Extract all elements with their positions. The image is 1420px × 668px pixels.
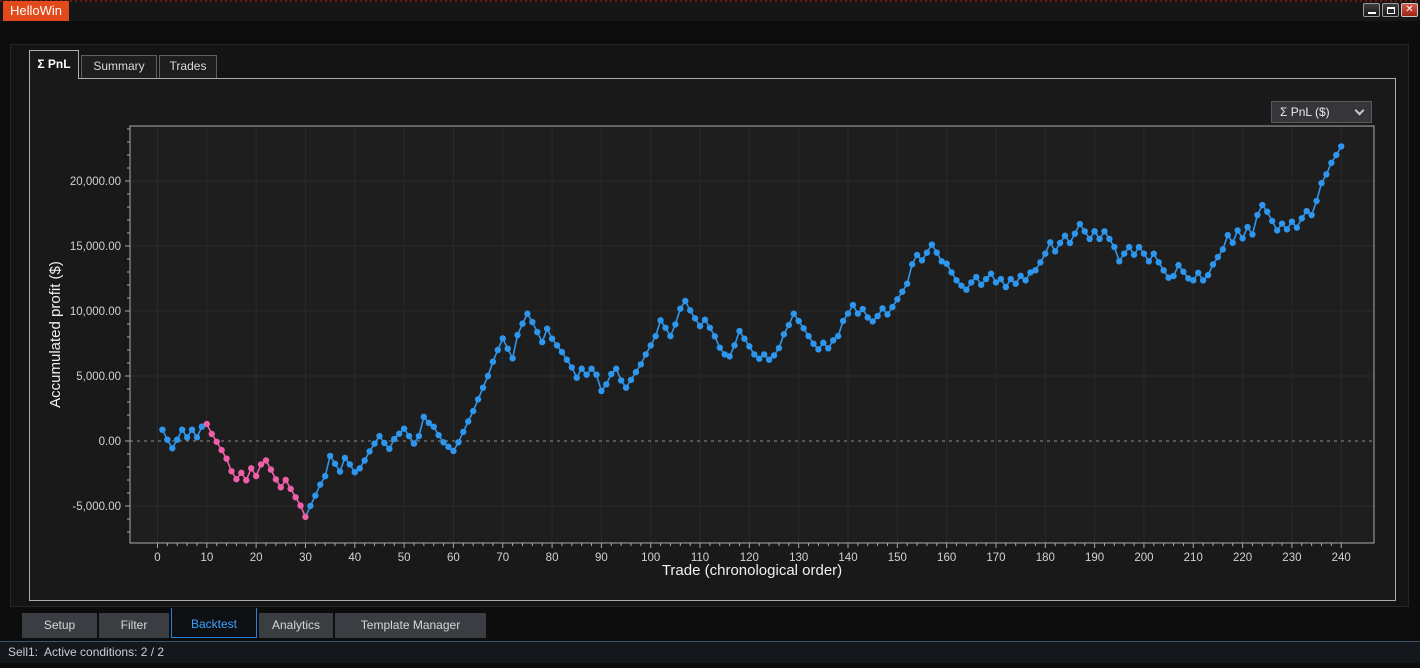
tab-analytics[interactable]: Analytics: [259, 613, 333, 638]
svg-text:180: 180: [1036, 552, 1055, 564]
close-button[interactable]: ✕: [1401, 3, 1418, 17]
status-text: Sell1: Active conditions: 2 / 2: [8, 642, 164, 663]
svg-text:0: 0: [154, 552, 160, 564]
tab-trades[interactable]: Trades: [159, 55, 217, 78]
tab-summary[interactable]: Summary: [81, 55, 157, 78]
svg-text:0.00: 0.00: [99, 436, 121, 448]
svg-text:Accumulated profit ($): Accumulated profit ($): [47, 261, 64, 408]
svg-text:15,000.00: 15,000.00: [70, 241, 121, 253]
window-controls: ✕: [1363, 3, 1418, 17]
series-select-value: Σ PnL ($): [1280, 105, 1330, 119]
svg-text:160: 160: [937, 552, 956, 564]
pnl-tab-page: Σ PnL ($) 010203040506070809010011012013…: [29, 78, 1396, 601]
svg-text:170: 170: [986, 552, 1005, 564]
close-icon: ✕: [1405, 5, 1413, 15]
svg-text:210: 210: [1184, 552, 1203, 564]
main-panel: Σ PnL Summary Trades Σ PnL ($) 010203040…: [10, 44, 1409, 607]
tab-setup[interactable]: Setup: [22, 613, 97, 638]
svg-text:150: 150: [888, 552, 907, 564]
svg-text:100: 100: [641, 552, 660, 564]
titlebar: HelloWin ✕: [0, 0, 1420, 21]
svg-text:60: 60: [447, 552, 460, 564]
svg-text:50: 50: [398, 552, 411, 564]
svg-text:10: 10: [200, 552, 213, 564]
svg-text:200: 200: [1134, 552, 1153, 564]
svg-text:230: 230: [1282, 552, 1301, 564]
svg-text:70: 70: [496, 552, 509, 564]
svg-text:10,000.00: 10,000.00: [70, 306, 121, 318]
tab-pnl[interactable]: Σ PnL: [29, 50, 79, 79]
svg-text:30: 30: [299, 552, 312, 564]
tab-template-manager[interactable]: Template Manager: [335, 613, 486, 638]
svg-text:20,000.00: 20,000.00: [70, 176, 121, 188]
svg-text:240: 240: [1332, 552, 1351, 564]
svg-text:90: 90: [595, 552, 608, 564]
svg-text:40: 40: [348, 552, 361, 564]
series-select-dropdown[interactable]: Σ PnL ($): [1271, 101, 1372, 123]
minimize-icon: [1368, 12, 1376, 14]
svg-text:Trade (chronological order): Trade (chronological order): [662, 562, 842, 579]
pnl-chart: 0102030405060708090100110120130140150160…: [30, 79, 1397, 602]
svg-text:220: 220: [1233, 552, 1252, 564]
maximize-button[interactable]: [1382, 3, 1399, 17]
tab-backtest[interactable]: Backtest: [171, 608, 257, 638]
minimize-button[interactable]: [1363, 3, 1380, 17]
tab-filter[interactable]: Filter: [99, 613, 169, 638]
maximize-icon: [1387, 7, 1395, 14]
svg-text:20: 20: [250, 552, 263, 564]
svg-text:80: 80: [546, 552, 559, 564]
svg-text:5,000.00: 5,000.00: [76, 371, 121, 383]
chevron-down-icon: [1355, 105, 1365, 115]
svg-text:190: 190: [1085, 552, 1104, 564]
svg-text:-5,000.00: -5,000.00: [72, 501, 121, 513]
window-title: HelloWin: [3, 1, 69, 21]
status-bar: Sell1: Active conditions: 2 / 2: [0, 641, 1420, 663]
